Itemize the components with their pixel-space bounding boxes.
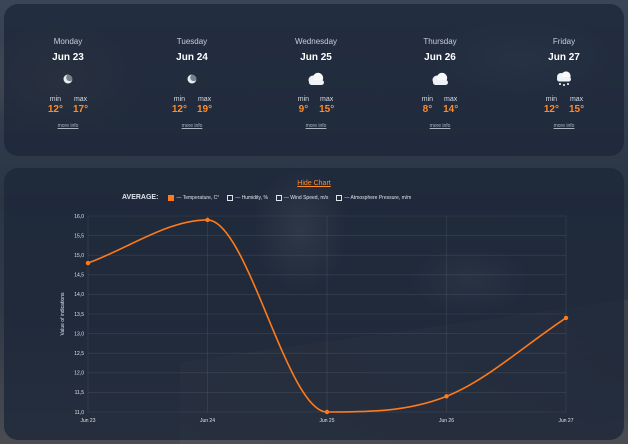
max-label: max	[320, 96, 334, 103]
more-info-link[interactable]: more info	[502, 123, 626, 129]
day-card: Friday Jun 27 min 12° max 15° more info	[502, 4, 626, 156]
y-tick-label: 12,0	[74, 371, 84, 377]
day-card: Monday Jun 23 min 12° max 17° more info	[6, 4, 130, 156]
day-date: Jun 27	[548, 52, 580, 63]
data-point	[324, 409, 330, 415]
day-name: Thursday	[423, 37, 457, 46]
y-tick-label: 11,5	[75, 390, 85, 396]
temperature-line-chart: 16,0 15,5 15,0 14,5 14,0 13,5 13,0 12,5 12,0 11,5…	[60, 214, 574, 424]
max-temp: 19°	[197, 104, 213, 115]
day-date: Jun 24	[176, 52, 208, 63]
max-temp: 15°	[319, 104, 335, 115]
cloud-icon	[254, 70, 378, 88]
cloud-icon	[378, 70, 502, 88]
x-tick-label: Jun 27	[558, 418, 573, 424]
y-tick-label: 16,0	[74, 214, 84, 220]
min-max-temps: min 12° max 17°	[6, 96, 130, 115]
data-point	[563, 315, 569, 321]
y-tick-label: 13,0	[74, 331, 84, 337]
max-label: max	[73, 96, 88, 103]
y-axis-label: Value of indications	[60, 292, 66, 335]
max-temp: 14°	[443, 104, 459, 115]
min-label: min	[297, 96, 310, 103]
snow-cloud-icon	[502, 70, 626, 88]
min-max-temps: min 12° max 15°	[502, 96, 626, 115]
x-tick-label: Jun 24	[200, 418, 215, 424]
min-label: min	[49, 96, 62, 103]
x-tick-label: Jun 26	[439, 418, 454, 424]
min-temp: 12°	[543, 104, 559, 115]
data-point	[85, 260, 91, 266]
day-card: Thursday Jun 26 min 8° max 14° more info	[378, 4, 502, 156]
day-date: Jun 25	[300, 52, 332, 63]
more-info-link[interactable]: more info	[6, 123, 130, 129]
min-temp: 12°	[171, 104, 187, 115]
min-temp: 12°	[47, 104, 63, 115]
max-label: max	[444, 96, 458, 103]
max-label: max	[197, 96, 212, 103]
min-max-temps: min 12° max 19°	[130, 96, 254, 115]
x-tick-label: Jun 23	[80, 418, 95, 424]
day-card: Tuesday Jun 24 min 12° max 19° more info	[130, 4, 254, 156]
day-date: Jun 26	[424, 52, 456, 63]
y-tick-label: 14,0	[74, 292, 84, 298]
min-label: min	[421, 96, 434, 103]
x-tick-label: Jun 25	[319, 418, 334, 424]
data-point	[444, 394, 449, 399]
day-date: Jun 23	[52, 52, 84, 63]
y-tick-label: 11,0	[75, 410, 85, 416]
more-info-link[interactable]: more info	[130, 123, 254, 129]
day-name: Friday	[552, 37, 576, 46]
min-label: min	[173, 96, 186, 103]
max-temp: 15°	[569, 104, 585, 115]
more-info-link[interactable]: more info	[254, 123, 378, 129]
y-tick-label: 15,0	[74, 253, 84, 259]
day-name: Monday	[53, 37, 83, 46]
max-temp: 17°	[73, 104, 89, 115]
day-name: Wednesday	[294, 37, 338, 46]
y-tick-label: 13,5	[74, 312, 84, 318]
min-label: min	[545, 96, 558, 103]
data-point	[205, 217, 210, 223]
chart-panel: Hide Chart AVERAGE: — Temperature, C° — H…	[4, 168, 624, 440]
more-info-link[interactable]: more info	[378, 123, 502, 129]
day-card: Wednesday Jun 25 min 9° max 15° more info	[254, 4, 378, 156]
day-name: Tuesday	[176, 37, 208, 46]
y-tick-label: 15,5	[74, 233, 84, 239]
forecast-panel: Monday Jun 23 min 12° max 17° more info Tuesday…	[4, 4, 624, 156]
moon-icon	[6, 70, 130, 88]
y-tick-label: 14,5	[74, 273, 84, 279]
min-max-temps: min 8° max 14°	[378, 96, 502, 115]
min-temp: 8°	[422, 104, 433, 115]
min-temp: 9°	[298, 104, 309, 115]
max-label: max	[569, 96, 584, 103]
moon-icon	[130, 70, 254, 88]
y-tick-label: 12,5	[74, 351, 84, 357]
min-max-temps: min 9° max 15°	[254, 96, 378, 115]
